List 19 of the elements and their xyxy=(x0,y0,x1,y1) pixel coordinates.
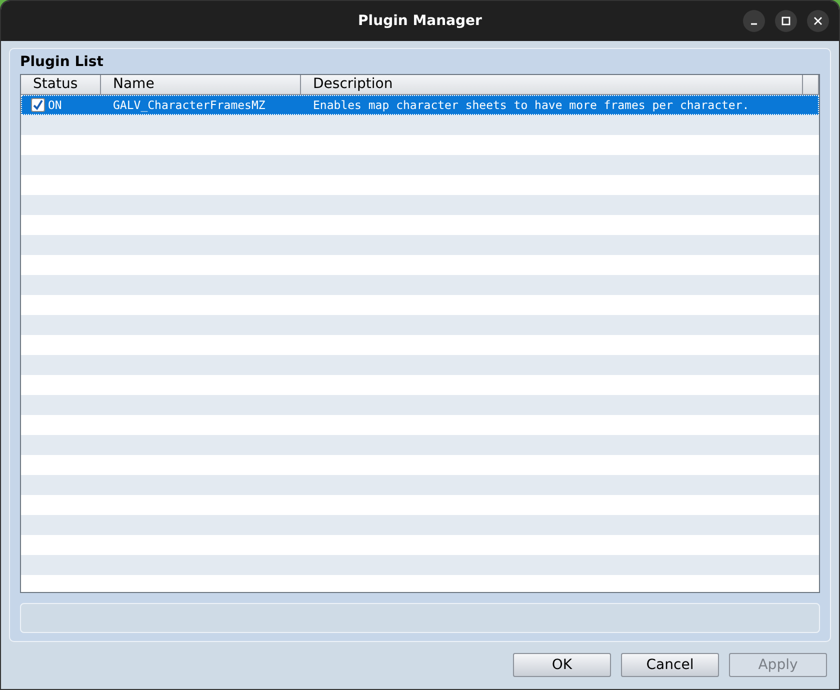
close-button[interactable] xyxy=(807,10,829,32)
minimize-button[interactable] xyxy=(743,10,765,32)
column-header[interactable]: Name xyxy=(101,75,301,95)
maximize-button[interactable] xyxy=(775,10,797,32)
minimize-icon xyxy=(750,23,758,25)
dialog-button[interactable]: OK xyxy=(513,653,611,677)
plugin-description: Enables map character sheets to have more frames per character. xyxy=(313,98,750,112)
column-header[interactable]: Status xyxy=(21,75,101,95)
checkbox[interactable] xyxy=(31,98,45,112)
maximize-icon xyxy=(781,16,791,26)
group-title: Plugin List xyxy=(20,54,104,70)
dialog-button[interactable]: Cancel xyxy=(621,653,719,677)
plugin-name: GALV_CharacterFramesMZ xyxy=(113,98,266,112)
plugin-row[interactable]: ON GALV_CharacterFramesMZ Enables map character sheets to have more frames per character. xyxy=(21,95,819,115)
status-text: ON xyxy=(48,98,62,112)
close-icon xyxy=(813,16,823,26)
header-filler xyxy=(803,75,819,95)
window-title: Plugin Manager xyxy=(358,13,482,29)
column-header[interactable]: Description xyxy=(301,75,803,95)
